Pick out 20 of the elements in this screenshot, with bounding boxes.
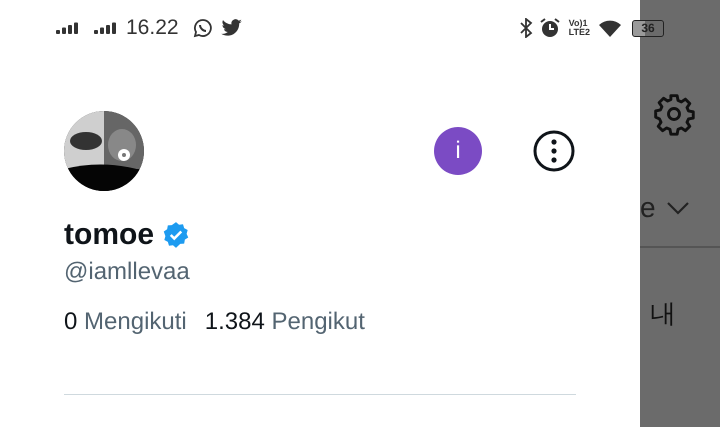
signal-icon	[56, 22, 80, 34]
alarm-icon	[538, 17, 561, 39]
profile-name: tomoe	[64, 218, 154, 252]
bird-icon	[220, 19, 243, 37]
follow-stat-link[interactable]: 0 Mengikuti	[64, 308, 187, 336]
cut-text: e	[640, 192, 656, 224]
signal-icon	[94, 22, 118, 34]
profile-handle: @iamllevaa	[64, 258, 191, 286]
battery-level: 36	[632, 20, 664, 36]
wifi-icon	[598, 19, 622, 37]
korean-text: 내	[650, 297, 676, 330]
volte-label: Vo)1 LTE2	[568, 19, 590, 37]
account-switch-button[interactable]: i	[434, 127, 482, 175]
follow-stat-link[interactable]: 1.384 Pengikut	[204, 308, 365, 336]
bluetooth-icon	[518, 18, 533, 38]
more-icon[interactable]	[532, 129, 576, 173]
chat-bubble-icon	[192, 18, 213, 38]
settings-icon[interactable]	[652, 92, 696, 136]
clock-time: 16.22	[126, 16, 179, 40]
chevron-down-icon[interactable]	[666, 201, 690, 215]
